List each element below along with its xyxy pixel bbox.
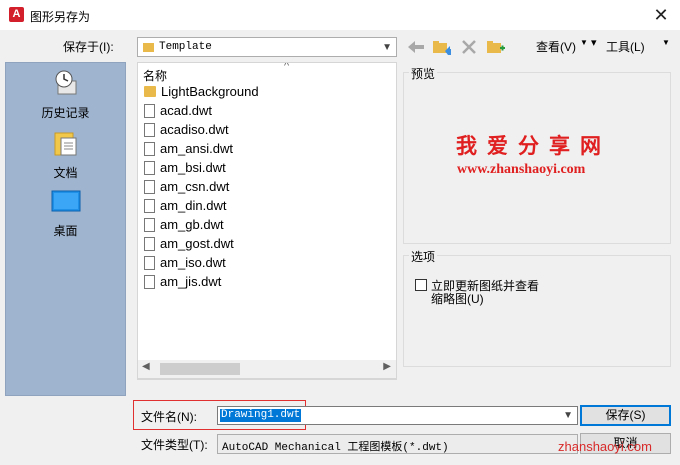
chevron-down-icon: ▼	[382, 42, 392, 53]
list-item[interactable]: acadiso.dwt	[144, 122, 229, 141]
file-icon	[144, 141, 155, 156]
file-icon	[144, 274, 155, 289]
watermark-url: www.zhanshaoyi.com	[457, 162, 586, 177]
place-desktop[interactable]: 桌面	[6, 189, 125, 239]
list-item[interactable]: am_iso.dwt	[144, 255, 226, 274]
current-folder: Template	[159, 41, 212, 53]
file-name: am_iso.dwt	[160, 255, 226, 270]
chevron-down-icon: ▼	[580, 38, 588, 47]
scroll-left-icon[interactable]: ◀	[142, 361, 150, 372]
separator-dot: ▾	[591, 37, 597, 49]
file-name: am_jis.dwt	[160, 274, 222, 289]
documents-icon	[54, 132, 76, 156]
scroll-right-icon[interactable]: ▶	[383, 361, 391, 372]
list-item[interactable]: am_gost.dwt	[144, 236, 234, 255]
chevron-down-icon: ▼	[662, 38, 670, 47]
file-icon	[144, 236, 155, 251]
list-item[interactable]: am_ansi.dwt	[144, 141, 233, 160]
tools-menu[interactable]: 工具(L)	[606, 38, 645, 55]
update-thumbnail-checkbox[interactable]	[415, 279, 427, 291]
up-folder-icon[interactable]	[432, 37, 452, 57]
place-history[interactable]: 历史记录	[6, 69, 125, 121]
preview-label: 预览	[409, 65, 438, 82]
sort-ascending-icon: ^	[284, 62, 290, 72]
file-icon	[144, 217, 155, 232]
list-item[interactable]: am_bsi.dwt	[144, 160, 226, 179]
watermark-title: 我爱分享网	[456, 134, 611, 158]
list-item[interactable]: acad.dwt	[144, 103, 212, 122]
file-icon	[144, 103, 155, 118]
filename-input[interactable]: Drawing1.dwt ▼	[217, 406, 578, 425]
filename-value: Drawing1.dwt	[220, 409, 302, 422]
options-label: 选项	[409, 248, 438, 265]
list-item[interactable]: am_csn.dwt	[144, 179, 229, 198]
options-group	[403, 255, 671, 367]
view-menu[interactable]: 查看(V)	[536, 38, 576, 55]
save-in-label: 保存于(I):	[63, 40, 114, 54]
filename-label: 文件名(N):	[141, 410, 197, 424]
place-label: 历史记录	[41, 106, 90, 120]
file-name: am_gost.dwt	[160, 236, 234, 251]
list-item[interactable]: am_din.dwt	[144, 198, 226, 217]
checkbox-label-line2: 缩略图(U)	[431, 292, 484, 306]
close-icon[interactable]: ✕	[650, 4, 672, 26]
new-folder-icon[interactable]	[486, 37, 506, 57]
filetype-value: AutoCAD Mechanical 工程图模板(*.dwt)	[222, 442, 449, 454]
file-name: acadiso.dwt	[160, 122, 229, 137]
file-name: LightBackground	[161, 84, 259, 99]
file-icon	[144, 198, 155, 213]
list-item[interactable]: LightBackground	[144, 84, 259, 103]
autocad-app-icon: A	[9, 7, 24, 22]
file-name: am_gb.dwt	[160, 217, 224, 232]
filetype-dropdown[interactable]: AutoCAD Mechanical 工程图模板(*.dwt)	[217, 434, 578, 454]
file-icon	[144, 179, 155, 194]
window-title: 图形另存为	[30, 10, 91, 24]
title-bar: A 图形另存为 ✕	[0, 0, 680, 30]
scrollbar-thumb[interactable]	[160, 363, 240, 375]
horizontal-scrollbar[interactable]: ◀ ▶	[137, 360, 397, 379]
corner-watermark: zhanshaoyi.com	[558, 439, 652, 454]
file-name: am_ansi.dwt	[160, 141, 233, 156]
folder-icon	[144, 86, 156, 98]
save-button[interactable]: 保存(S)	[580, 405, 671, 426]
place-label: 桌面	[53, 224, 78, 238]
file-icon	[144, 122, 155, 137]
list-item[interactable]: am_jis.dwt	[144, 274, 221, 293]
back-icon[interactable]	[406, 38, 426, 56]
file-icon	[144, 160, 155, 175]
name-column-header[interactable]: 名称	[143, 67, 167, 84]
file-name: am_bsi.dwt	[160, 160, 226, 175]
save-in-dropdown[interactable]: Template ▼	[137, 37, 397, 57]
desktop-icon	[51, 190, 80, 212]
list-item[interactable]: am_gb.dwt	[144, 217, 224, 236]
file-list[interactable]: 名称 ^ LightBackground acad.dwt acadiso.dw…	[137, 62, 397, 380]
file-name: am_din.dwt	[160, 198, 227, 213]
folder-icon	[143, 43, 154, 52]
history-icon	[55, 70, 76, 95]
places-bar: 历史记录 文档 桌面	[5, 62, 126, 396]
file-icon	[144, 255, 155, 270]
place-documents[interactable]: 文档	[6, 129, 125, 181]
file-name: acad.dwt	[160, 103, 213, 118]
file-name: am_csn.dwt	[160, 179, 230, 194]
chevron-down-icon[interactable]: ▼	[563, 407, 573, 425]
delete-icon[interactable]	[460, 38, 478, 56]
filetype-label: 文件类型(T):	[141, 438, 208, 452]
place-label: 文档	[53, 166, 78, 180]
